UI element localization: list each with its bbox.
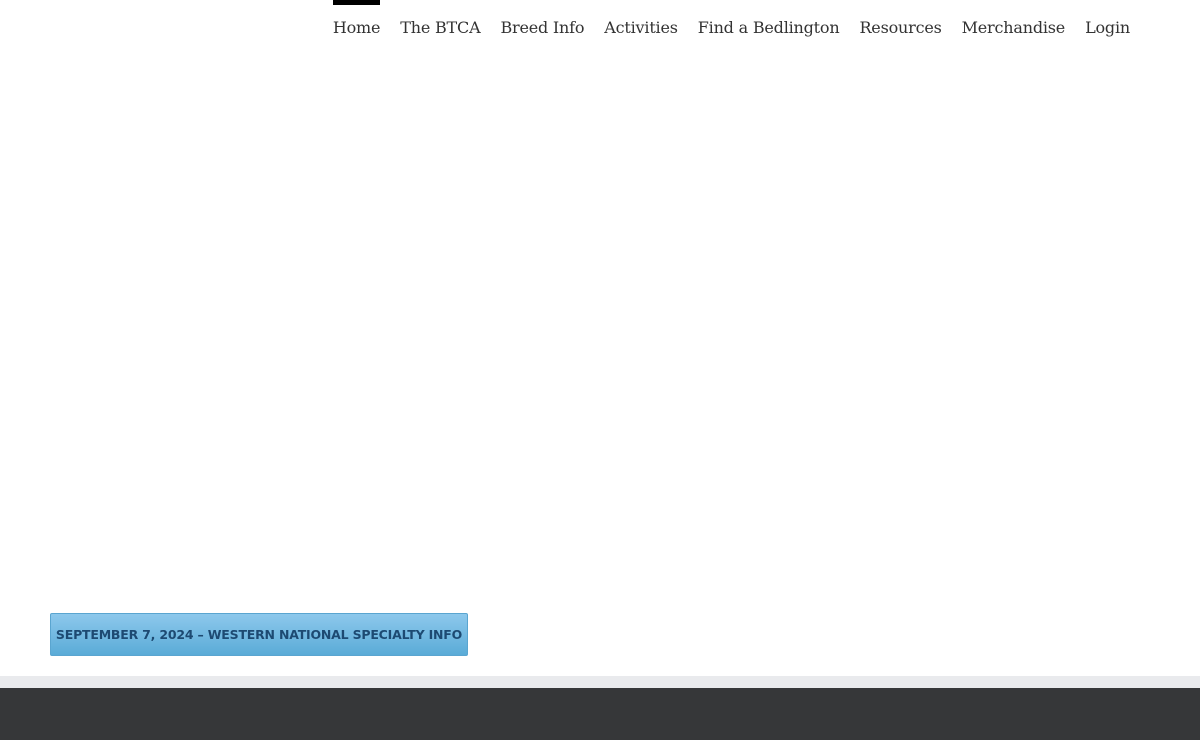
nav-item-home[interactable]: Home (332, 0, 381, 37)
nav-item-breed-info[interactable]: Breed Info (500, 0, 584, 37)
nav-item-merchandise[interactable]: Merchandise (962, 0, 1066, 37)
nav-item-activities[interactable]: Activities (604, 0, 678, 37)
nav-item-find-a-bedlington[interactable]: Find a Bedlington (698, 0, 840, 37)
footer-divider (0, 676, 1200, 688)
site-header: Home The BTCA Breed Info Activities Find… (0, 0, 1200, 184)
nav-item-login[interactable]: Login (1085, 0, 1130, 37)
site-footer (0, 688, 1200, 740)
nav-item-the-btca[interactable]: The BTCA (400, 0, 480, 37)
nav-item-resources[interactable]: Resources (859, 0, 941, 37)
main-nav: Home The BTCA Breed Info Activities Find… (332, 0, 1130, 60)
hero-section (0, 60, 1200, 676)
western-national-specialty-button[interactable]: SEPTEMBER 7, 2024 – WESTERN NATIONAL SPE… (50, 613, 468, 656)
page: Home The BTCA Breed Info Activities Find… (0, 0, 1200, 740)
